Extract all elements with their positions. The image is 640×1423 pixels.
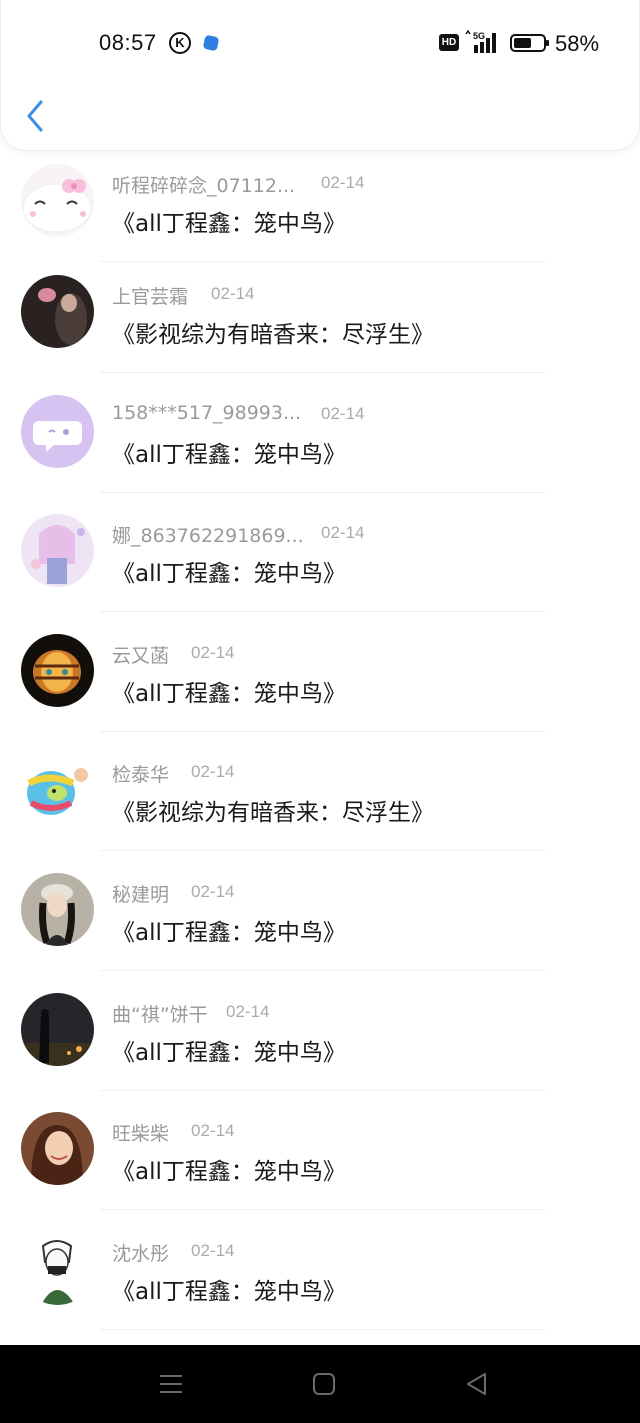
user-name: 娜_863762291869... [112,525,304,548]
back-nav-button[interactable] [464,1371,490,1397]
divider [100,1328,545,1330]
divider [100,1209,545,1211]
user-name: 秘建明 [112,883,170,906]
user-name: 检泰华 [112,764,170,787]
battery-icon [510,34,549,52]
back-triangle-icon [467,1373,486,1395]
battery-percent: 58% [555,31,600,56]
home-button[interactable] [311,1371,337,1397]
date: 02-14 [321,173,365,192]
user-name: 上官芸霜 [112,286,189,308]
menu-button[interactable] [158,1371,184,1397]
divider [100,1089,545,1091]
book-title[interactable]: 《all丁程鑫：笼中鸟》 [112,1152,346,1186]
user-name: 沈水彤 [112,1242,170,1265]
chevron-left-icon [27,100,43,132]
date: 02-14 [191,881,235,901]
home-icon [313,1373,335,1395]
list-item[interactable]: 听程碎碎念_07112... 02-14 《all丁程鑫：笼中鸟》 [0,151,640,262]
user-name: 曲“祺”饼干 [112,1003,208,1026]
list-item[interactable]: 曲“祺”饼干 02-14 《all丁程鑫：笼中鸟》 [0,980,640,1100]
book-title[interactable]: 《all丁程鑫：笼中鸟》 [112,1272,346,1306]
avatar [21,1231,94,1305]
user-name: 158***517_98993... [112,401,302,424]
menu-icon [160,1375,182,1393]
reader-list: 听程碎碎念_07112... 02-14 《all丁程鑫：笼中鸟》 上官芸霜 0… [0,151,640,1338]
list-item[interactable]: 云又菡 02-14 《all丁程鑫：笼中鸟》 [0,621,640,741]
avatar [21,992,94,1066]
avatar [21,275,94,348]
date: 02-14 [211,284,255,303]
book-title[interactable]: 《all丁程鑫：笼中鸟》 [112,1033,346,1067]
avatar [21,164,94,237]
date: 02-14 [191,762,235,782]
avatar [21,633,94,707]
book-title[interactable]: 《all丁程鑫：笼中鸟》 [112,674,346,708]
date: 02-14 [191,1121,235,1141]
divider [100,730,545,732]
avatar [21,514,94,588]
avatar [21,1112,94,1186]
list-item[interactable]: 上官芸霜 02-14 《影视综为有暗香来：尽浮生》 [0,262,640,382]
date: 02-14 [321,403,365,423]
list-item[interactable]: 158***517_98993... 02-14 《all丁程鑫：笼中鸟》 [0,382,640,502]
book-title[interactable]: 《all丁程鑫：笼中鸟》 [112,913,346,947]
list-item[interactable]: 秘建明 02-14 《all丁程鑫：笼中鸟》 [0,860,640,980]
avatar [21,872,94,946]
divider [100,969,545,971]
user-name: 听程碎碎念_07112... [112,175,296,197]
book-title[interactable]: 《all丁程鑫：笼中鸟》 [112,435,346,469]
user-name: 旺柴柴 [112,1123,170,1146]
back-button[interactable] [21,96,51,136]
signal-5g-icon: 5G [465,30,496,53]
status-bar: 08:57 K HD 5G 58% [1,0,640,86]
date: 02-14 [191,1240,235,1260]
book-title[interactable]: 《all丁程鑫：笼中鸟》 [112,554,346,588]
book-title[interactable]: 《all丁程鑫：笼中鸟》 [112,204,346,238]
list-item[interactable]: 检泰华 02-14 《影视综为有暗香来：尽浮生》 [0,740,640,860]
date: 02-14 [191,642,235,662]
divider [100,611,545,613]
divider [100,372,545,373]
network-label: 5G [473,31,485,41]
divider [100,491,545,493]
divider [100,850,545,852]
book-title[interactable]: 《影视综为有暗香来：尽浮生》 [112,793,434,827]
book-title[interactable]: 《影视综为有暗香来：尽浮生》 [112,315,434,349]
clock: 08:57 [99,30,157,55]
list-item[interactable]: 旺柴柴 02-14 《all丁程鑫：笼中鸟》 [0,1099,640,1219]
date: 02-14 [321,523,365,543]
avatar [21,753,94,827]
header: 08:57 K HD 5G 58% [0,0,640,151]
date: 02-14 [226,1001,270,1021]
list-item[interactable]: 沈水彤 02-14 《all丁程鑫：笼中鸟》 [0,1219,640,1339]
system-navigation-bar [0,1345,640,1423]
k-circle-icon: K [169,32,191,54]
app-notification-icon [202,34,220,52]
user-name: 云又菡 [112,644,170,667]
hd-icon: HD [439,34,459,51]
list-item[interactable]: 娜_863762291869... 02-14 《all丁程鑫：笼中鸟》 [0,501,640,621]
avatar [21,394,94,468]
